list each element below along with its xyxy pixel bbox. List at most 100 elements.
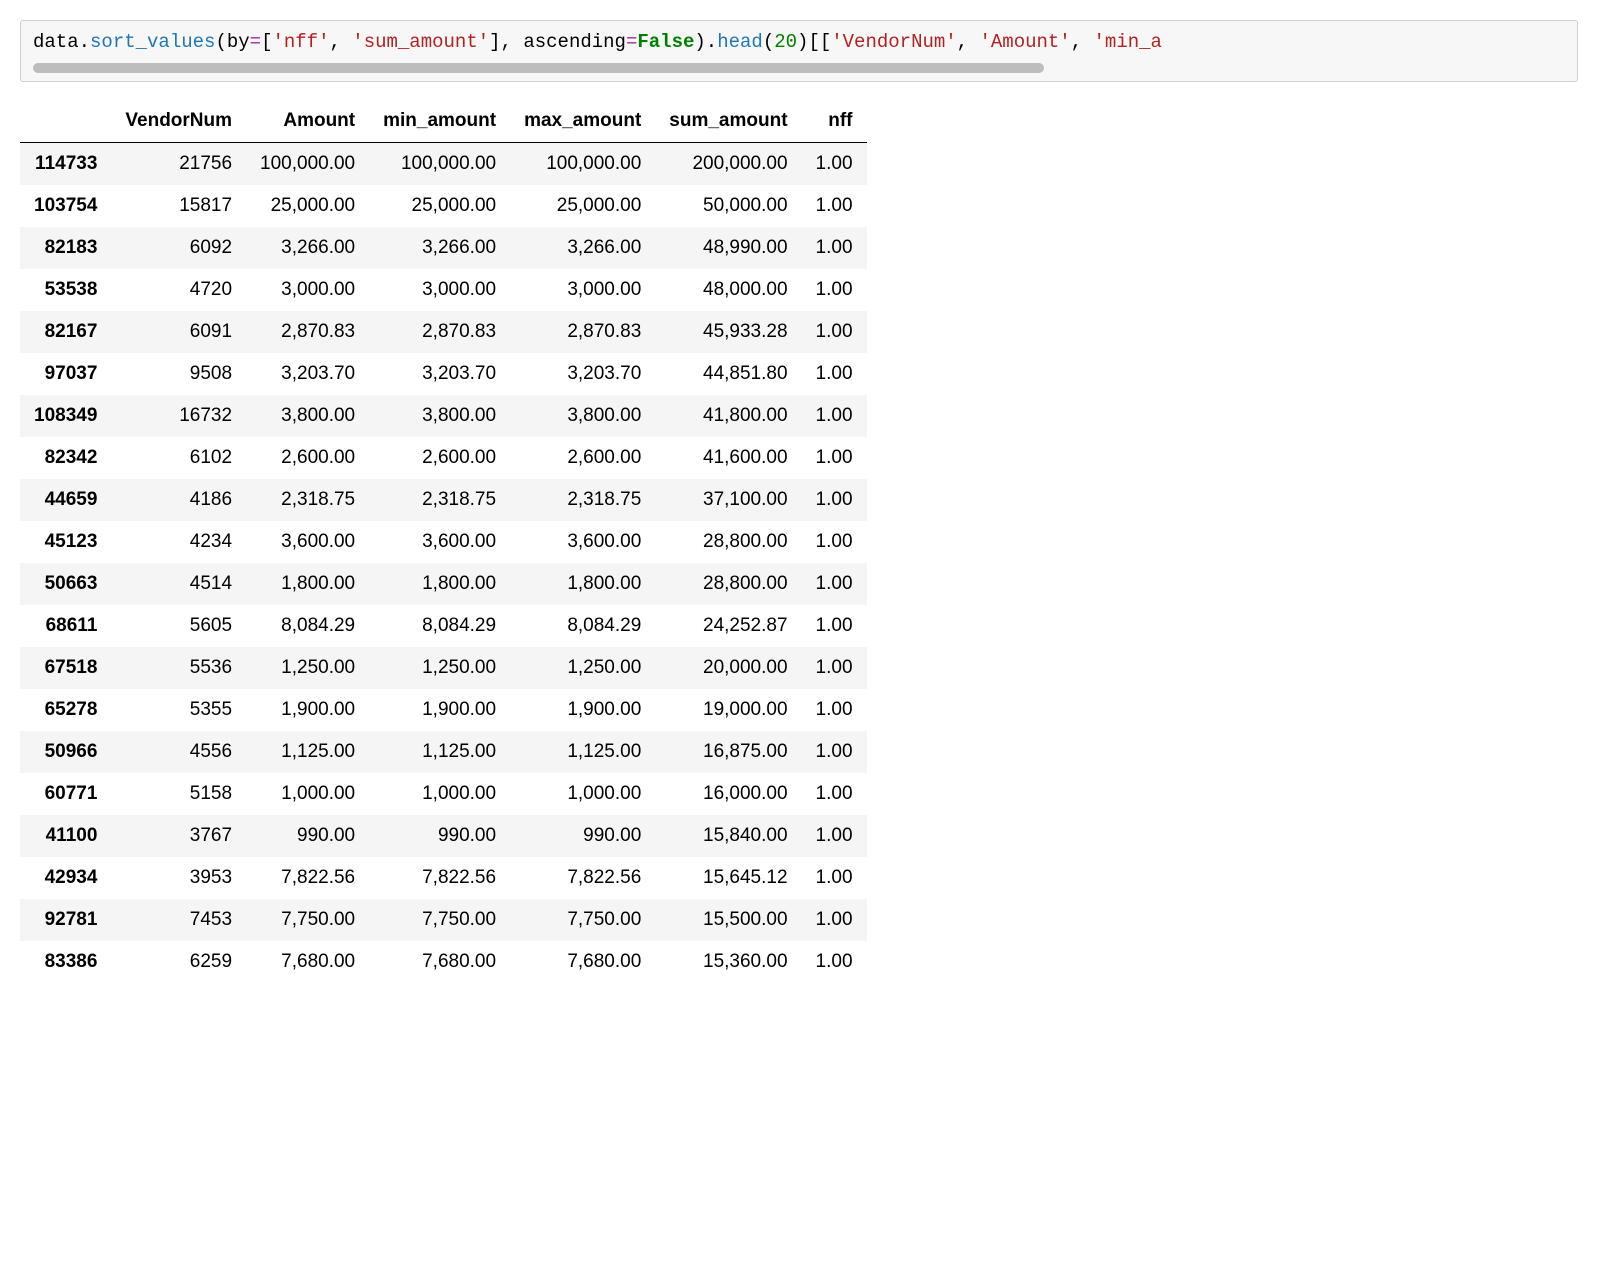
cell-nff: 1.00 — [802, 647, 867, 689]
cell-min_amount: 1,000.00 — [369, 773, 510, 815]
col-header: VendorNum — [111, 100, 246, 143]
table-row: 6861156058,084.298,084.298,084.2924,252.… — [20, 605, 867, 647]
cell-nff: 1.00 — [802, 899, 867, 941]
cell-Amount: 7,680.00 — [246, 941, 369, 983]
horizontal-scrollbar[interactable] — [33, 63, 1044, 73]
cell-min_amount: 25,000.00 — [369, 185, 510, 227]
cell-min_amount: 3,266.00 — [369, 227, 510, 269]
cell-min_amount: 1,250.00 — [369, 647, 510, 689]
cell-VendorNum: 5158 — [111, 773, 246, 815]
cell-sum_amount: 28,800.00 — [655, 521, 801, 563]
col-header: sum_amount — [655, 100, 801, 143]
code-token: 'min_a — [1094, 31, 1162, 53]
row-index: 45123 — [20, 521, 111, 563]
table-row: 8218360923,266.003,266.003,266.0048,990.… — [20, 227, 867, 269]
cell-sum_amount: 37,100.00 — [655, 479, 801, 521]
cell-max_amount: 7,750.00 — [510, 899, 655, 941]
cell-min_amount: 2,870.83 — [369, 311, 510, 353]
cell-nff: 1.00 — [802, 395, 867, 437]
code-token: by — [227, 31, 250, 53]
cell-sum_amount: 28,800.00 — [655, 563, 801, 605]
cell-VendorNum: 4234 — [111, 521, 246, 563]
cell-max_amount: 3,600.00 — [510, 521, 655, 563]
table-row: 8234261022,600.002,600.002,600.0041,600.… — [20, 437, 867, 479]
table-row: 1037541581725,000.0025,000.0025,000.0050… — [20, 185, 867, 227]
cell-max_amount: 100,000.00 — [510, 143, 655, 186]
index-header — [20, 100, 111, 143]
cell-max_amount: 7,822.56 — [510, 857, 655, 899]
cell-min_amount: 8,084.29 — [369, 605, 510, 647]
cell-max_amount: 990.00 — [510, 815, 655, 857]
cell-max_amount: 2,600.00 — [510, 437, 655, 479]
cell-Amount: 3,203.70 — [246, 353, 369, 395]
cell-max_amount: 2,870.83 — [510, 311, 655, 353]
cell-min_amount: 1,900.00 — [369, 689, 510, 731]
cell-Amount: 3,800.00 — [246, 395, 369, 437]
cell-VendorNum: 4556 — [111, 731, 246, 773]
cell-min_amount: 2,318.75 — [369, 479, 510, 521]
row-index: 60771 — [20, 773, 111, 815]
cell-min_amount: 3,600.00 — [369, 521, 510, 563]
cell-sum_amount: 44,851.80 — [655, 353, 801, 395]
table-header-row: VendorNum Amount min_amount max_amount s… — [20, 100, 867, 143]
code-input-cell[interactable]: data.sort_values(by=['nff', 'sum_amount'… — [20, 20, 1578, 82]
cell-VendorNum: 6102 — [111, 437, 246, 479]
row-index: 97037 — [20, 353, 111, 395]
row-index: 82183 — [20, 227, 111, 269]
code-token: = — [250, 31, 261, 53]
cell-sum_amount: 19,000.00 — [655, 689, 801, 731]
row-index: 53538 — [20, 269, 111, 311]
cell-min_amount: 100,000.00 — [369, 143, 510, 186]
code-token: ) — [797, 31, 808, 53]
table-row: 4293439537,822.567,822.567,822.5615,645.… — [20, 857, 867, 899]
row-index: 103754 — [20, 185, 111, 227]
cell-Amount: 7,750.00 — [246, 899, 369, 941]
code-token: ] — [489, 31, 500, 53]
row-index: 44659 — [20, 479, 111, 521]
cell-max_amount: 3,800.00 — [510, 395, 655, 437]
cell-min_amount: 1,125.00 — [369, 731, 510, 773]
cell-sum_amount: 16,875.00 — [655, 731, 801, 773]
code-token: ) — [694, 31, 705, 53]
cell-max_amount: 1,250.00 — [510, 647, 655, 689]
code-token: = — [626, 31, 637, 53]
row-index: 114733 — [20, 143, 111, 186]
cell-VendorNum: 16732 — [111, 395, 246, 437]
cell-nff: 1.00 — [802, 941, 867, 983]
cell-Amount: 3,600.00 — [246, 521, 369, 563]
cell-sum_amount: 15,500.00 — [655, 899, 801, 941]
cell-Amount: 2,600.00 — [246, 437, 369, 479]
code-token: ascending — [523, 31, 626, 53]
row-index: 67518 — [20, 647, 111, 689]
table-row: 11473321756100,000.00100,000.00100,000.0… — [20, 143, 867, 186]
code-token: , — [1071, 31, 1094, 53]
cell-VendorNum: 21756 — [111, 143, 246, 186]
cell-VendorNum: 15817 — [111, 185, 246, 227]
code-token: 'Amount' — [979, 31, 1070, 53]
row-index: 82342 — [20, 437, 111, 479]
cell-sum_amount: 200,000.00 — [655, 143, 801, 186]
code-token: False — [637, 31, 694, 53]
table-row: 8216760912,870.832,870.832,870.8345,933.… — [20, 311, 867, 353]
cell-min_amount: 7,822.56 — [369, 857, 510, 899]
cell-Amount: 1,250.00 — [246, 647, 369, 689]
cell-nff: 1.00 — [802, 479, 867, 521]
cell-nff: 1.00 — [802, 311, 867, 353]
cell-nff: 1.00 — [802, 185, 867, 227]
code-token: 'nff' — [272, 31, 329, 53]
code-token: 'VendorNum' — [831, 31, 956, 53]
code-token: [[ — [808, 31, 831, 53]
cell-sum_amount: 15,840.00 — [655, 815, 801, 857]
cell-VendorNum: 6259 — [111, 941, 246, 983]
cell-Amount: 2,318.75 — [246, 479, 369, 521]
row-index: 83386 — [20, 941, 111, 983]
cell-sum_amount: 16,000.00 — [655, 773, 801, 815]
cell-min_amount: 990.00 — [369, 815, 510, 857]
row-index: 41100 — [20, 815, 111, 857]
table-row: 411003767990.00990.00990.0015,840.001.00 — [20, 815, 867, 857]
cell-min_amount: 7,750.00 — [369, 899, 510, 941]
code-token: . — [79, 31, 90, 53]
table-row: 6527853551,900.001,900.001,900.0019,000.… — [20, 689, 867, 731]
cell-nff: 1.00 — [802, 605, 867, 647]
cell-Amount: 1,125.00 — [246, 731, 369, 773]
